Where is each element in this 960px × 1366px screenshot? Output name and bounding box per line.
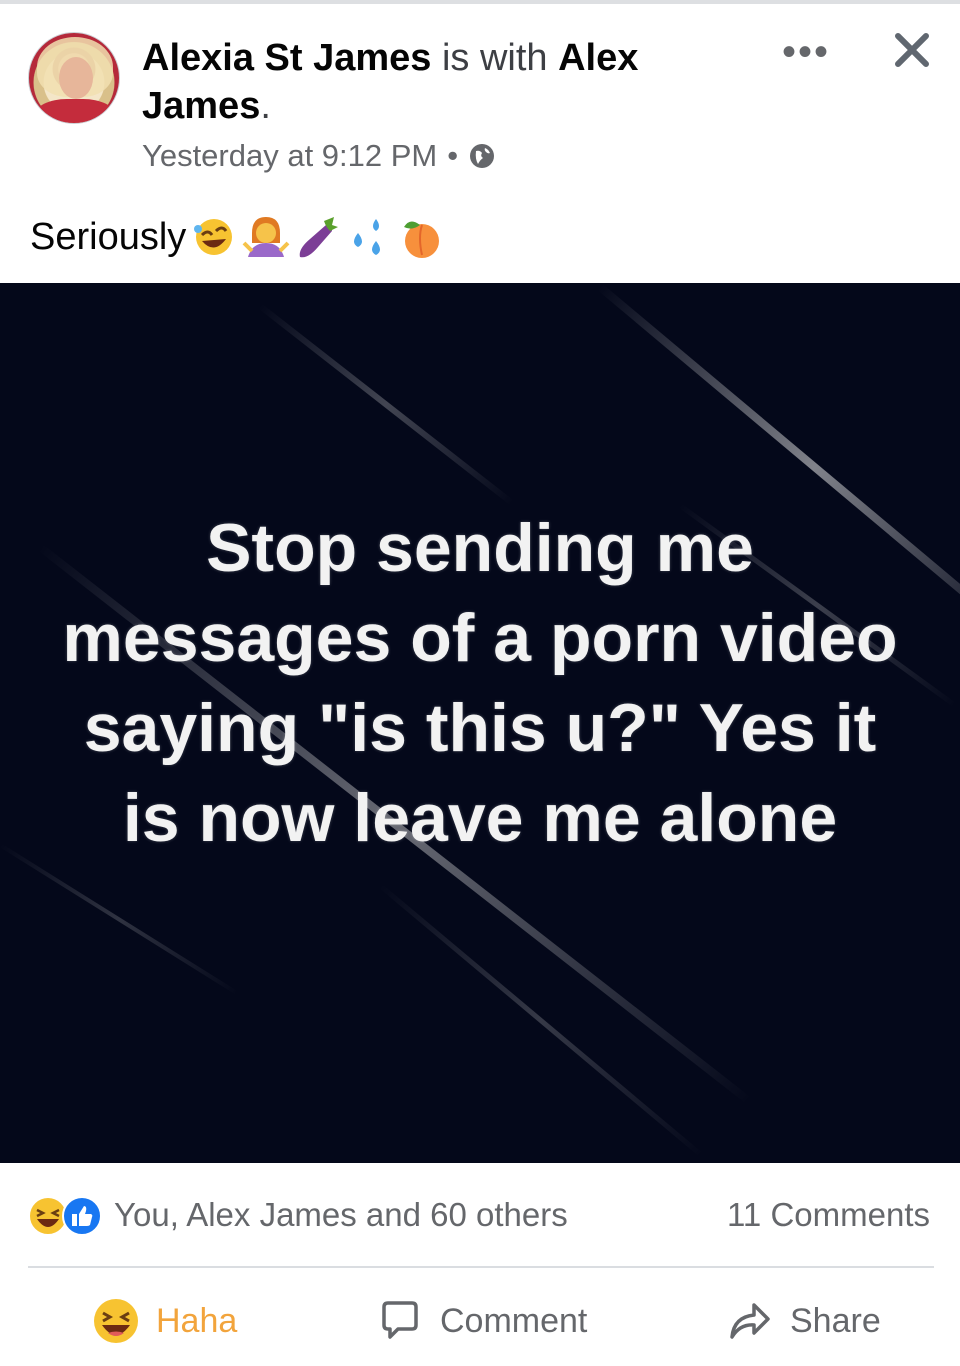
sweat-droplets-emoji — [354, 219, 381, 255]
comment-button[interactable]: Comment — [376, 1294, 587, 1348]
period-text: . — [260, 85, 271, 127]
share-icon — [730, 1303, 770, 1339]
with-text: is with — [441, 37, 548, 79]
post-meta: Yesterday at 9:12 PM • — [142, 138, 496, 174]
comments-count-link[interactable]: 11 Comments — [727, 1196, 930, 1234]
post-caption: Seriously — [30, 212, 446, 262]
globe-icon[interactable] — [468, 142, 496, 170]
caption-text: Seriously — [30, 215, 187, 258]
comment-label: Comment — [440, 1301, 588, 1340]
reaction-icons — [28, 1194, 104, 1236]
woman-shrugging-emoji — [242, 217, 290, 257]
timestamp-link[interactable]: Yesterday at 9:12 PM — [142, 138, 437, 174]
image-text: Stop sending me messages of a porn video… — [62, 510, 898, 856]
eggplant-emoji — [300, 217, 339, 258]
post-author-line: Alexia St James is with Alex James. — [142, 34, 702, 130]
reaction-summary[interactable]: You, Alex James and 60 others — [28, 1190, 568, 1240]
more-options-button[interactable]: ••• — [782, 30, 830, 75]
haha-icon — [94, 1299, 138, 1343]
haha-label: Haha — [156, 1301, 238, 1340]
rolling-laughing-emoji — [194, 219, 233, 255]
share-label: Share — [790, 1301, 881, 1340]
like-reaction-icon — [62, 1196, 102, 1236]
close-icon[interactable] — [890, 28, 934, 72]
reactions-text[interactable]: You, Alex James and 60 others — [114, 1196, 568, 1234]
peach-emoji — [404, 221, 440, 258]
action-bar: Haha Comment Share — [0, 1280, 960, 1360]
post-image[interactable]: Stop sending me messages of a porn video… — [0, 283, 960, 1163]
avatar[interactable] — [28, 32, 120, 124]
share-button[interactable]: Share — [726, 1294, 881, 1348]
divider — [28, 1266, 934, 1268]
post-header: Alexia St James is with Alex James. Yest… — [0, 0, 960, 200]
meta-separator: • — [447, 138, 459, 173]
author-name-link[interactable]: Alexia St James — [142, 37, 431, 79]
comment-icon — [382, 1301, 418, 1339]
haha-button[interactable]: Haha — [92, 1294, 237, 1348]
